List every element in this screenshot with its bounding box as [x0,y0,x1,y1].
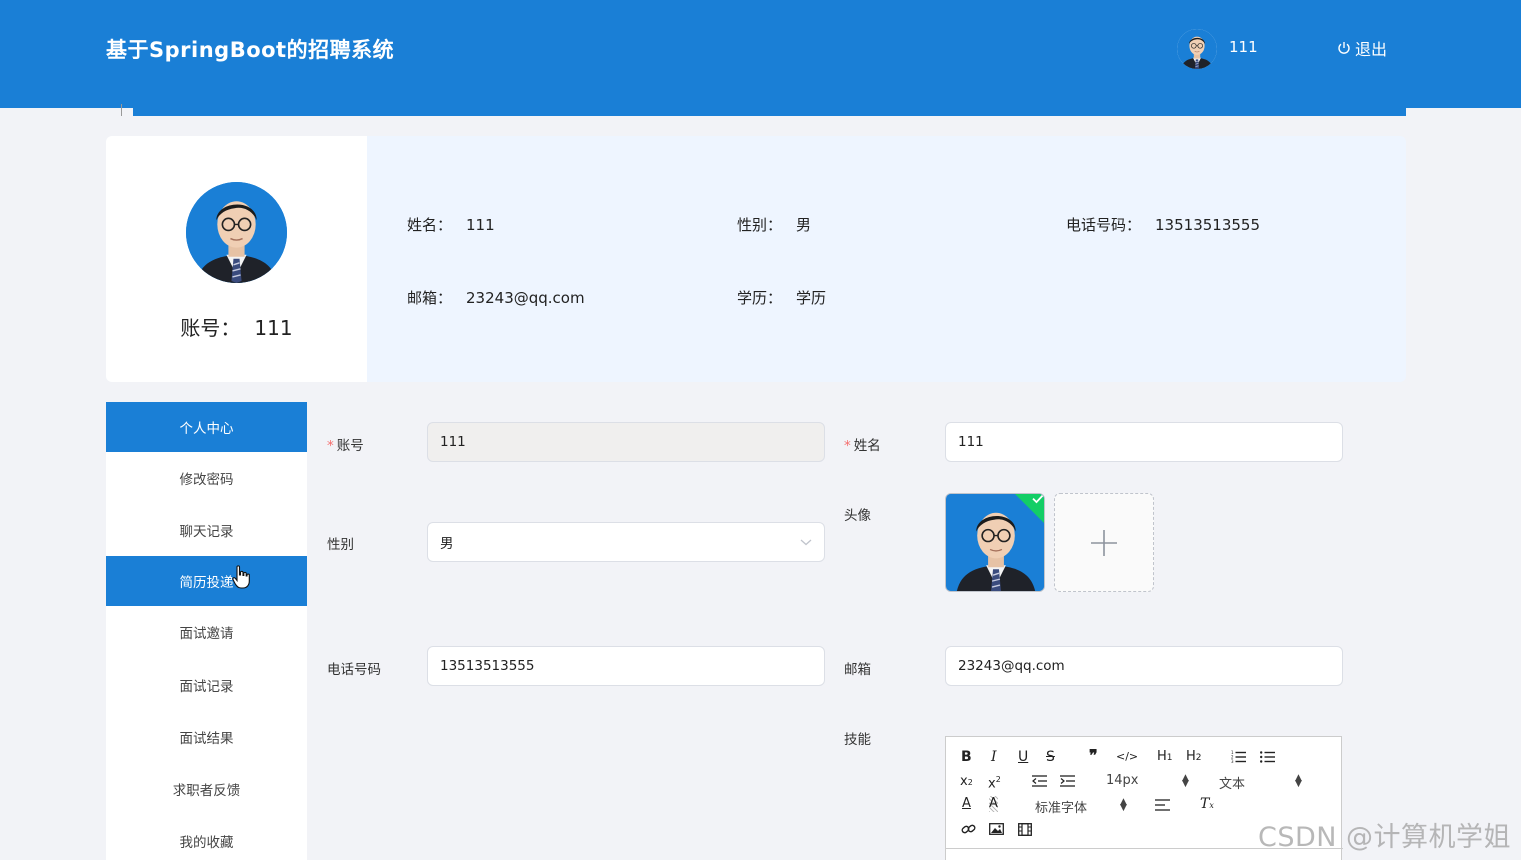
info-label: 学历： [737,289,783,307]
sort-arrows-icon: ▲ ▼ [1182,773,1189,789]
avatar-image [1177,29,1217,69]
power-icon [1338,42,1350,54]
sort-arrows-icon: ▲ ▼ [1295,773,1302,789]
uploaded-avatar[interactable] [945,493,1045,592]
bold-icon[interactable]: B [961,749,972,765]
account-input[interactable]: 111 [427,422,825,462]
text-color-icon[interactable]: A [962,796,971,812]
font-family-value: 标准字体 [1035,801,1088,816]
align-icon[interactable] [1155,799,1170,811]
superscript-icon[interactable]: x2 [988,772,1001,792]
menu-item-favorites[interactable]: 我的收藏 [106,815,307,860]
account-field-label: * 账号 [327,438,364,454]
info-label: 性别： [737,216,783,234]
sort-arrows-icon: ▲ ▼ [1120,797,1127,813]
gender-select[interactable]: 男 [427,522,825,562]
underline-icon[interactable]: U [1018,749,1028,765]
background-color-icon[interactable]: A [989,796,998,812]
menu-item-chat-records[interactable]: 聊天记录 [106,504,307,556]
menu-item-interview-invitations[interactable]: 面试邀请 [106,606,307,658]
image-icon[interactable] [989,823,1004,835]
menu-item-resume-delivery[interactable]: 简历投递 [106,556,307,607]
profile-card: 账号： 111 姓名： 111 性别： 男 电话号码： 13513513555 邮箱： 2… [106,136,1406,382]
header-1-icon[interactable]: H1 [1157,749,1173,766]
email-input[interactable]: 23243@qq.com [945,646,1343,686]
info-value: 13513513555 [1155,216,1260,234]
font-family-select[interactable]: 标准字体 ▲ ▼ [1035,797,1130,817]
top-header: 基于SpringBoot的招聘系统 111 退出 [0,0,1521,108]
info-email: 邮箱： 23243@qq.com [407,287,585,308]
upload-add-button[interactable] [1054,493,1154,592]
logout-label: 退出 [1355,40,1388,59]
menu-item-change-password[interactable]: 修改密码 [106,452,307,504]
avatar-field-label: 头像 [844,508,871,524]
info-value: 111 [466,216,495,234]
gender-field-label: 性别 [327,537,354,553]
profile-account: 账号： 111 [106,312,367,341]
phone-input[interactable]: 13513513555 [427,646,825,686]
font-size-select[interactable]: 14px ▲ ▼ [1106,773,1191,789]
logout-button[interactable]: 退出 [1337,36,1387,60]
side-menu: 个人中心 修改密码 聊天记录 简历投递 面试邀请 面试记录 面试结果 求职者反馈… [106,402,307,860]
code-block-icon[interactable]: </> [1116,749,1138,765]
video-icon[interactable] [1018,823,1032,836]
gender-value: 男 [440,536,454,552]
info-gender: 性别： 男 [737,214,811,235]
strike-icon[interactable]: S [1046,749,1055,765]
header-username[interactable]: 111 [1229,38,1258,56]
header-avatar[interactable] [1177,29,1217,69]
plus-icon [1091,529,1117,556]
profile-summary: 账号： 111 [106,136,367,382]
info-value: 23243@qq.com [466,289,585,307]
divider [121,104,122,116]
subscript-icon[interactable]: x2 [960,774,973,791]
outdent-icon[interactable] [1032,775,1047,787]
account-label: 账号： [180,316,241,340]
menu-item-feedback[interactable]: 求职者反馈 [106,763,307,815]
info-label: 姓名： [407,216,453,234]
skills-field-label: 技能 [844,732,871,748]
watermark: CSDN @计算机学姐 [1258,822,1512,853]
menu-item-interview-results[interactable]: 面试结果 [106,711,307,763]
font-size-value: 14px [1106,773,1139,788]
info-education: 学历： 学历 [737,287,826,308]
bullet-list-icon[interactable] [1260,750,1275,763]
link-icon[interactable] [961,822,976,836]
check-icon [1032,494,1044,504]
chevron-down-icon [800,539,812,546]
info-name: 姓名： 111 [407,214,495,235]
header-strip [133,108,1406,116]
email-field-label: 邮箱 [844,662,871,678]
phone-field-label: 电话号码 [327,662,381,678]
site-title: 基于SpringBoot的招聘系统 [106,38,395,62]
name-input[interactable]: 111 [945,422,1343,462]
ordered-list-icon[interactable]: 123 [1231,750,1246,763]
menu-item-personal-center[interactable]: 个人中心 [106,402,307,452]
clear-format-icon[interactable]: Tx [1200,796,1214,814]
header-2-icon[interactable]: H2 [1186,749,1202,766]
blockquote-icon[interactable]: ❞ [1089,748,1098,764]
account-value: 111 [254,316,293,340]
avatar-image [186,182,287,283]
italic-icon[interactable]: I [991,749,997,765]
info-label: 邮箱： [407,289,453,307]
menu-item-interview-records[interactable]: 面试记录 [106,659,307,711]
info-value: 学历 [796,289,827,307]
block-type-value: 文本 [1219,777,1246,792]
info-phone: 电话号码： 13513513555 [1066,214,1260,235]
info-value: 男 [796,216,812,234]
name-field-label: * 姓名 [844,438,881,454]
hand-cursor-icon [232,565,250,589]
profile-avatar [186,182,287,283]
indent-icon[interactable] [1060,775,1075,787]
info-label: 电话号码： [1066,216,1142,234]
block-type-select[interactable]: 文本 ▲ ▼ [1219,773,1304,793]
svg-text:3: 3 [1231,759,1234,763]
